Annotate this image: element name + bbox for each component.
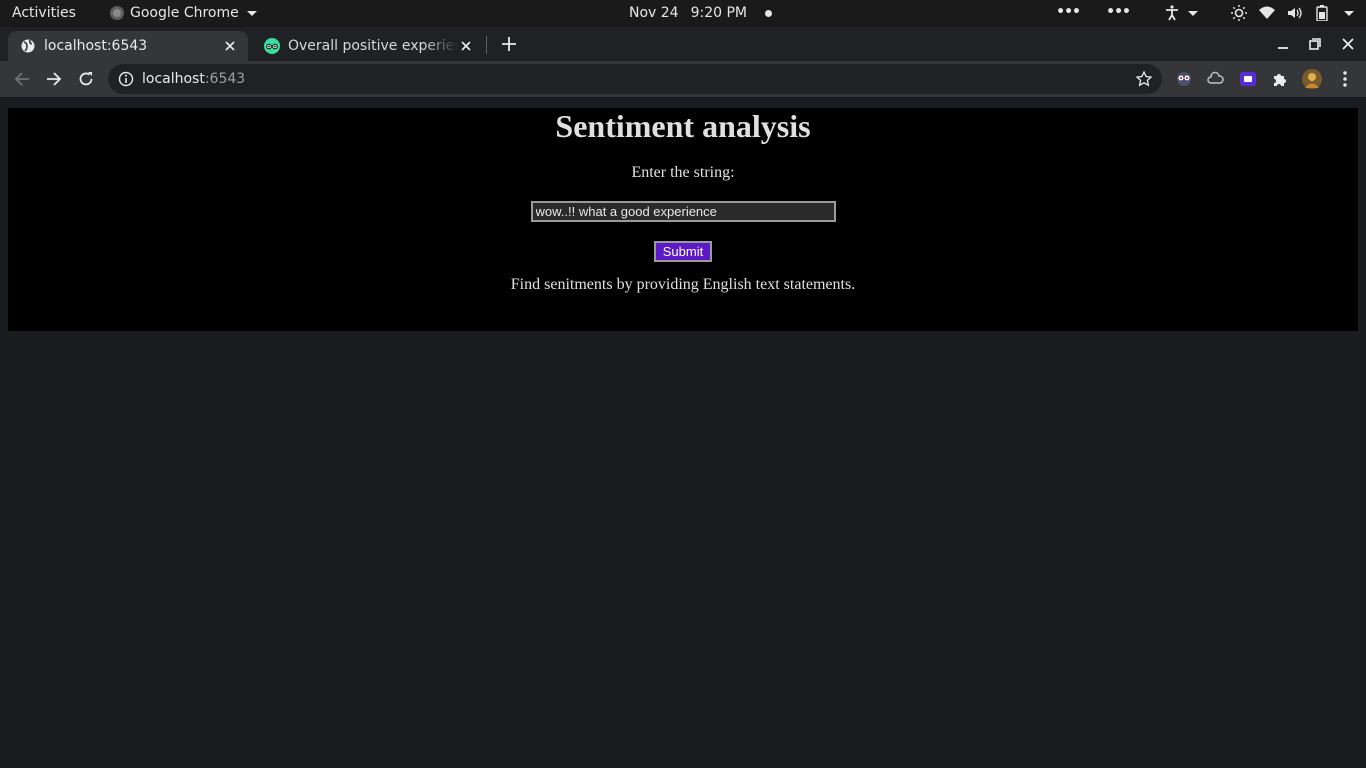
tab-overall-positive-experience[interactable]: Overall positive experience: [252, 31, 484, 61]
restore-icon: [1309, 38, 1321, 50]
close-icon[interactable]: [458, 38, 474, 54]
plus-icon: [502, 37, 516, 51]
arrow-left-icon: [14, 72, 29, 86]
back-button[interactable]: [12, 69, 32, 89]
overflow-dots-icon[interactable]: •••: [1056, 4, 1081, 20]
footer-description: Find senitments by providing English tex…: [510, 276, 856, 293]
brightness-icon[interactable]: [1231, 5, 1247, 21]
info-icon[interactable]: [118, 71, 134, 87]
page-viewport: Sentiment analysis Enter the string: Sub…: [0, 97, 1366, 768]
chevron-down-icon: [246, 10, 257, 16]
reload-icon: [79, 72, 93, 86]
tab-localhost[interactable]: localhost:6543: [8, 31, 248, 61]
address-bar[interactable]: localhost:6543: [108, 64, 1162, 94]
reload-button[interactable]: [76, 69, 96, 89]
overflow-dots-icon[interactable]: •••: [1106, 4, 1131, 20]
tab-title: Overall positive experience: [288, 38, 458, 54]
minimize-icon: [1278, 47, 1288, 49]
profile-avatar[interactable]: [1302, 69, 1322, 89]
extension-tv-icon[interactable]: [1239, 70, 1257, 88]
chrome-app-icon: [110, 6, 124, 20]
new-tab-button[interactable]: [499, 34, 519, 54]
battery-icon[interactable]: [1314, 5, 1330, 21]
volume-icon[interactable]: [1287, 5, 1303, 21]
bookmark-star-icon[interactable]: [1135, 70, 1153, 87]
tab-separator: [486, 36, 487, 54]
notification-dot-icon: [765, 9, 773, 17]
url-host: localhost: [142, 71, 205, 87]
wifi-icon[interactable]: [1259, 5, 1275, 21]
clock-date: Nov 24: [629, 5, 679, 21]
extension-mascot-icon[interactable]: [1175, 70, 1193, 88]
extension-cloud-icon[interactable]: [1207, 70, 1225, 88]
tab-strip: localhost:6543 Overall positive experien…: [0, 27, 1366, 61]
app-menu[interactable]: Google Chrome: [110, 5, 257, 21]
tab-title: localhost:6543: [44, 38, 148, 54]
activities-button[interactable]: Activities: [12, 5, 76, 21]
restore-button[interactable]: [1305, 34, 1325, 54]
clock-time: 9:20 PM: [690, 5, 748, 21]
page-title: Sentiment analysis: [555, 108, 811, 144]
submit-button[interactable]: Submit: [654, 241, 712, 262]
forward-button[interactable]: [44, 69, 64, 89]
sentiment-form-panel: Sentiment analysis Enter the string: Sub…: [8, 108, 1358, 331]
sentiment-text-input[interactable]: [530, 201, 836, 222]
app-menu-label: Google Chrome: [130, 5, 239, 21]
close-window-button[interactable]: [1338, 34, 1358, 54]
extensions-puzzle-icon[interactable]: [1271, 70, 1289, 88]
tripadvisor-icon: [264, 38, 280, 54]
globe-icon: [20, 38, 36, 54]
close-icon[interactable]: [222, 38, 238, 54]
close-icon: [1342, 38, 1354, 50]
arrow-right-icon: [47, 72, 62, 86]
chevron-down-icon[interactable]: [1344, 11, 1354, 16]
chevron-down-icon[interactable]: [1188, 11, 1198, 16]
url-port: :6543: [204, 71, 246, 87]
input-prompt-label: Enter the string:: [631, 164, 735, 181]
minimize-button[interactable]: [1273, 34, 1293, 54]
system-top-bar: Activities Google Chrome Nov 24 9:20 PM …: [0, 0, 1366, 27]
chrome-menu-icon[interactable]: [1336, 70, 1354, 88]
accessibility-icon[interactable]: [1164, 5, 1180, 21]
clock[interactable]: Nov 24 9:20 PM: [629, 5, 773, 21]
browser-toolbar: localhost:6543: [0, 61, 1366, 97]
